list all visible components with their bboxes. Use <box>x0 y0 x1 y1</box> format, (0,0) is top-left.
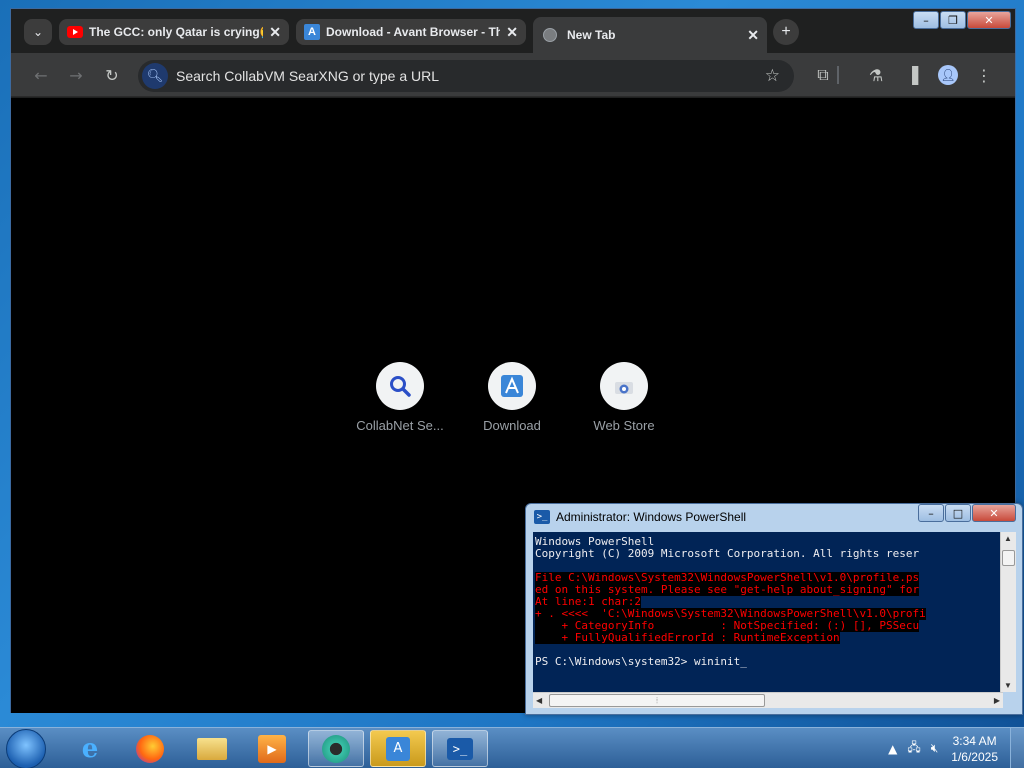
maximize-button[interactable]: □ <box>945 504 971 522</box>
minimize-button[interactable]: – <box>913 11 939 29</box>
powershell-icon: >_ <box>447 737 473 760</box>
labs-flask-icon[interactable]: ⚗ <box>864 63 888 87</box>
tab-youtube[interactable]: The GCC: only Qatar is crying😭 ✕ <box>59 19 289 45</box>
start-button[interactable] <box>6 729 46 768</box>
show-hidden-icons-icon[interactable]: ▲ <box>888 742 897 756</box>
tab-title: Download - Avant Browser - Th <box>326 25 501 39</box>
installer-icon: A <box>386 736 410 761</box>
tab-title: New Tab <box>567 28 616 42</box>
vertical-scrollbar[interactable]: ▲ ▼ <box>1000 532 1016 692</box>
media-player-icon: ▶ <box>258 734 286 763</box>
shortcut-label: CollabNet Se... <box>356 418 444 433</box>
window-controls: – □ ✕ <box>918 504 1016 522</box>
show-desktop-button[interactable] <box>1010 728 1024 768</box>
close-window-button[interactable]: ✕ <box>967 11 1011 29</box>
maximize-button[interactable]: ❐ <box>940 11 966 29</box>
powershell-window: >_ Administrator: Windows PowerShell – □… <box>525 503 1023 715</box>
omnibox-input[interactable] <box>176 68 765 84</box>
forward-arrow-icon[interactable]: → <box>64 63 88 87</box>
taskbar-avant-installer[interactable]: A <box>370 730 426 767</box>
scroll-thumb[interactable] <box>1002 550 1015 566</box>
tab-title: The GCC: only Qatar is crying😭 <box>89 25 264 39</box>
shortcut-collabnet-search[interactable]: CollabNet Se... <box>352 362 448 433</box>
taskbar: e ▶ A >_ ▲ 🖧︎ 🔇︎ 3:34 AM 1/6/2025 <box>0 727 1024 768</box>
tab-strip: ⌄ The GCC: only Qatar is crying😭 ✕ A Dow… <box>11 9 1015 53</box>
window-controls: – ❐ ✕ <box>913 11 1011 29</box>
shortcut-web-store[interactable]: Web Store <box>576 362 672 433</box>
minimize-button[interactable]: – <box>918 504 944 522</box>
close-icon[interactable]: ✕ <box>747 27 759 44</box>
globe-icon <box>543 28 557 42</box>
scroll-left-arrow-icon[interactable]: ◀ <box>536 696 542 705</box>
network-icon[interactable]: 🖧︎ <box>907 738 920 759</box>
console-line: Copyright (C) 2009 Microsoft Corporation… <box>535 547 920 560</box>
new-tab-button[interactable]: + <box>773 19 799 45</box>
menu-kebab-icon[interactable]: ⋮ <box>972 63 996 87</box>
folder-icon <box>197 737 227 760</box>
clock-date: 1/6/2025 <box>951 749 998 764</box>
shortcut-label: Download <box>483 418 541 433</box>
avant-browser-icon <box>488 362 536 410</box>
powershell-titlebar[interactable]: >_ Administrator: Windows PowerShell – □… <box>526 504 1022 530</box>
chevron-down-icon: ⌄ <box>32 25 44 39</box>
firefox-icon <box>136 734 164 763</box>
browser-icon <box>322 734 350 763</box>
back-arrow-icon[interactable]: ← <box>29 63 53 87</box>
side-panel-icon[interactable]: ▐ <box>900 63 924 87</box>
scroll-up-arrow-icon[interactable]: ▲ <box>1004 534 1012 543</box>
system-tray: ▲ 🖧︎ 🔇︎ 3:34 AM 1/6/2025 <box>883 728 1024 768</box>
close-icon[interactable]: ✕ <box>269 24 281 41</box>
taskbar-chromium-browser[interactable] <box>308 730 364 767</box>
bookmark-star-icon[interactable]: ☆ <box>765 66 780 86</box>
clock[interactable]: 3:34 AM 1/6/2025 <box>951 733 998 765</box>
internet-explorer-icon: e <box>81 733 99 764</box>
scroll-thumb[interactable]: ⦙ <box>549 694 765 707</box>
console-error-line: + FullyQualifiedErrorId : RuntimeExcepti… <box>535 631 840 644</box>
clock-time: 3:34 AM <box>952 733 997 748</box>
search-magnifier-icon <box>376 362 424 410</box>
console-output[interactable]: Windows PowerShell Copyright (C) 2009 Mic… <box>533 532 1003 692</box>
taskbar-file-explorer[interactable] <box>184 730 240 767</box>
tab-avant-download[interactable]: A Download - Avant Browser - Th ✕ <box>296 19 526 45</box>
close-icon[interactable]: ✕ <box>506 24 518 41</box>
browser-toolbar: ← → ↻ 🔍︎ ☆ ⧉ ⚗ ▐ 👤︎ ⋮ <box>11 53 1015 97</box>
taskbar-powershell[interactable]: >_ <box>432 730 488 767</box>
taskbar-firefox[interactable] <box>122 730 178 767</box>
scroll-down-arrow-icon[interactable]: ▼ <box>1004 681 1012 690</box>
horizontal-scrollbar[interactable]: ◀ ⦙ ▶ <box>533 692 1003 708</box>
avant-browser-icon: A <box>304 24 320 40</box>
scroll-right-arrow-icon[interactable]: ▶ <box>994 696 1000 705</box>
taskbar-internet-explorer[interactable]: e <box>62 730 118 767</box>
taskbar-media-player[interactable]: ▶ <box>244 730 300 767</box>
toolbar-divider <box>837 66 839 84</box>
tab-search-button[interactable]: ⌄ <box>24 19 52 45</box>
shortcut-label: Web Store <box>593 418 655 433</box>
shortcut-download[interactable]: Download <box>464 362 560 433</box>
console-prompt: PS C:\Windows\system32> wininit_ <box>535 655 747 668</box>
tab-new-tab[interactable]: New Tab ✕ <box>533 17 767 53</box>
close-window-button[interactable]: ✕ <box>972 504 1016 522</box>
address-bar[interactable]: 🔍︎ ☆ <box>138 60 794 92</box>
web-store-icon <box>600 362 648 410</box>
search-icon: 🔍︎ <box>142 63 168 89</box>
window-title: Administrator: Windows PowerShell <box>556 510 747 524</box>
youtube-icon <box>67 26 83 38</box>
reload-icon[interactable]: ↻ <box>100 63 124 87</box>
profile-avatar-icon[interactable]: 👤︎ <box>936 63 960 87</box>
volume-muted-icon[interactable]: 🔇︎ <box>931 741 939 756</box>
powershell-icon: >_ <box>534 510 550 524</box>
extensions-puzzle-icon[interactable]: ⧉ <box>811 63 835 87</box>
